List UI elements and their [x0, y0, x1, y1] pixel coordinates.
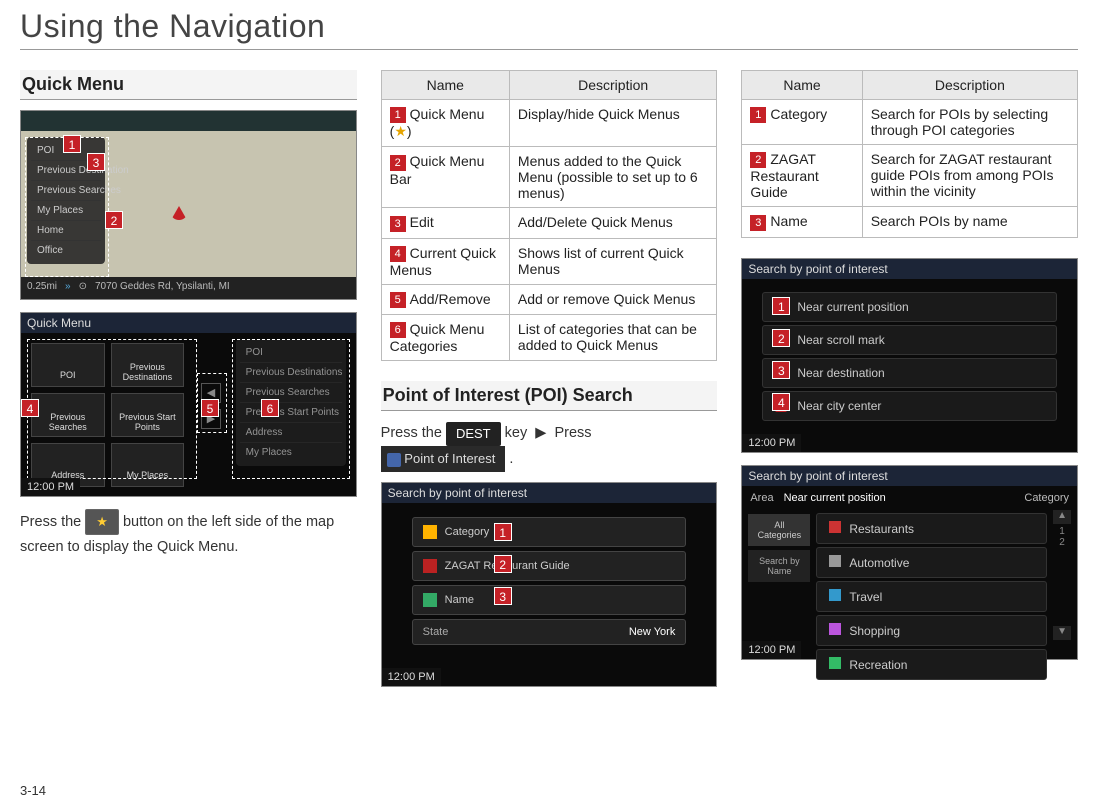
- screenshot-near-list: Search by point of interest Near current…: [741, 258, 1078, 453]
- area-label: Area: [750, 492, 773, 504]
- table-header-name: Name: [381, 71, 509, 100]
- screenshot-title: Quick Menu: [21, 313, 356, 333]
- clock-label: 12:00 PM: [742, 434, 801, 452]
- screenshot-title: Search by point of interest: [742, 259, 1077, 279]
- star-icon: ★: [394, 123, 407, 139]
- table-row: 5Add/Remove Add or remove Quick Menus: [381, 284, 717, 314]
- pager-down-icon: ▼: [1053, 626, 1071, 640]
- row-badge: 3: [390, 216, 406, 232]
- clock-label: 12:00 PM: [21, 478, 80, 496]
- dest-key-icon: DEST: [446, 422, 501, 446]
- callout-badge: 6: [261, 399, 279, 417]
- callout-badge: 3: [772, 361, 790, 379]
- callout-badge: 1: [772, 297, 790, 315]
- screenshot-title: Search by point of interest: [742, 466, 1077, 486]
- poi-state-row: State New York: [412, 619, 687, 645]
- pager-up-icon: ▲: [1053, 510, 1071, 524]
- clock-label: 12:00 PM: [742, 641, 801, 659]
- callout-badge: 1: [63, 135, 81, 153]
- table-row: 2ZAGAT Restaurant Guide Search for ZAGAT…: [742, 145, 1078, 207]
- category-item: Restaurants: [816, 513, 1047, 544]
- page-title: Using the Navigation: [20, 0, 1078, 50]
- callout-badge: 2: [494, 555, 512, 573]
- column-right: Name Description 1Category Search for PO…: [741, 70, 1078, 699]
- callout-badge: 5: [201, 399, 219, 417]
- row-badge: 6: [390, 322, 406, 338]
- column-middle: Name Description 1Quick Menu (★) Display…: [381, 70, 718, 699]
- poi-menu-row: ZAGAT Restaurant Guide: [412, 551, 687, 581]
- near-list-item: Near city center: [762, 391, 1057, 421]
- table-row: 3Edit Add/Delete Quick Menus: [381, 208, 717, 238]
- side-button: Search by Name: [748, 550, 810, 582]
- category-item: Travel: [816, 581, 1047, 612]
- row-badge: 5: [390, 292, 406, 308]
- side-button: All Categories: [748, 514, 810, 546]
- callout-badge: 1: [494, 523, 512, 541]
- table-row: 3Name Search POIs by name: [742, 207, 1078, 237]
- callout-badge: 2: [772, 329, 790, 347]
- row-badge: 2: [390, 155, 406, 171]
- arrow-right-icon: ▶: [535, 421, 546, 446]
- callout-badge: 2: [105, 211, 123, 229]
- screenshot-quick-menu: Quick Menu POI Previous Destinations Pre…: [20, 312, 357, 497]
- table-header-desc: Description: [862, 71, 1077, 100]
- clock-label: 12:00 PM: [382, 668, 441, 686]
- callout-badge: 4: [21, 399, 39, 417]
- star-button-icon: ★: [85, 509, 119, 535]
- map-scale-label: 0.25mi: [27, 281, 57, 295]
- row-badge: 2: [750, 152, 766, 168]
- table-row: 1Category Search for POIs by selecting t…: [742, 100, 1078, 145]
- row-badge: 1: [750, 107, 766, 123]
- category-item: Recreation: [816, 649, 1047, 680]
- screenshot-categories: Search by point of interest Area Near cu…: [741, 465, 1078, 660]
- callout-badge: 3: [494, 587, 512, 605]
- pager-label: 1 2: [1053, 526, 1071, 548]
- category-label: Category: [1024, 492, 1069, 504]
- table-row: 1Quick Menu (★) Display/hide Quick Menus: [381, 100, 717, 147]
- screenshot-map: POI Previous Destination Previous Search…: [20, 110, 357, 300]
- table-row: 4Current Quick Menus Shows list of curre…: [381, 238, 717, 284]
- poi-button-icon: Point of Interest: [381, 446, 506, 472]
- poi-menu-row: Name: [412, 585, 687, 615]
- section-title-poi: Point of Interest (POI) Search: [381, 381, 718, 411]
- near-list-item: Near scroll mark: [762, 325, 1057, 355]
- quick-menu-table: Name Description 1Quick Menu (★) Display…: [381, 70, 718, 361]
- table-header-name: Name: [742, 71, 862, 100]
- table-row: 6Quick Menu Categories List of categorie…: [381, 315, 717, 361]
- map-address-label: 7070 Geddes Rd, Ypsilanti, MI: [95, 281, 230, 295]
- screenshot-poi-search: Search by point of interest Category ZAG…: [381, 482, 718, 687]
- near-list-item: Near current position: [762, 292, 1057, 322]
- poi-table: Name Description 1Category Search for PO…: [741, 70, 1078, 238]
- area-value: Near current position: [784, 492, 886, 504]
- category-item: Automotive: [816, 547, 1047, 578]
- poi-instruction: Press the DEST key ▶ Press Point of Inte…: [381, 421, 718, 472]
- section-title-quick-menu: Quick Menu: [20, 70, 357, 100]
- category-item: Shopping: [816, 615, 1047, 646]
- row-badge: 4: [390, 246, 406, 262]
- expand-icon: »: [65, 281, 71, 295]
- column-quick-menu: Quick Menu POI Previous Destination Prev…: [20, 70, 357, 699]
- compass-icon: ⊙: [79, 281, 87, 295]
- position-marker-icon: [171, 206, 187, 220]
- page-number: 3-14: [20, 783, 46, 798]
- near-list-item: Near destination: [762, 358, 1057, 388]
- callout-badge: 3: [87, 153, 105, 171]
- callout-badge: 4: [772, 393, 790, 411]
- row-badge: 3: [750, 215, 766, 231]
- quick-menu-instruction: Press the ★ button on the left side of t…: [20, 509, 357, 560]
- table-header-desc: Description: [509, 71, 716, 100]
- row-badge: 1: [390, 107, 406, 123]
- table-row: 2Quick Menu Bar Menus added to the Quick…: [381, 147, 717, 208]
- screenshot-title: Search by point of interest: [382, 483, 717, 503]
- poi-menu-row: Category: [412, 517, 687, 547]
